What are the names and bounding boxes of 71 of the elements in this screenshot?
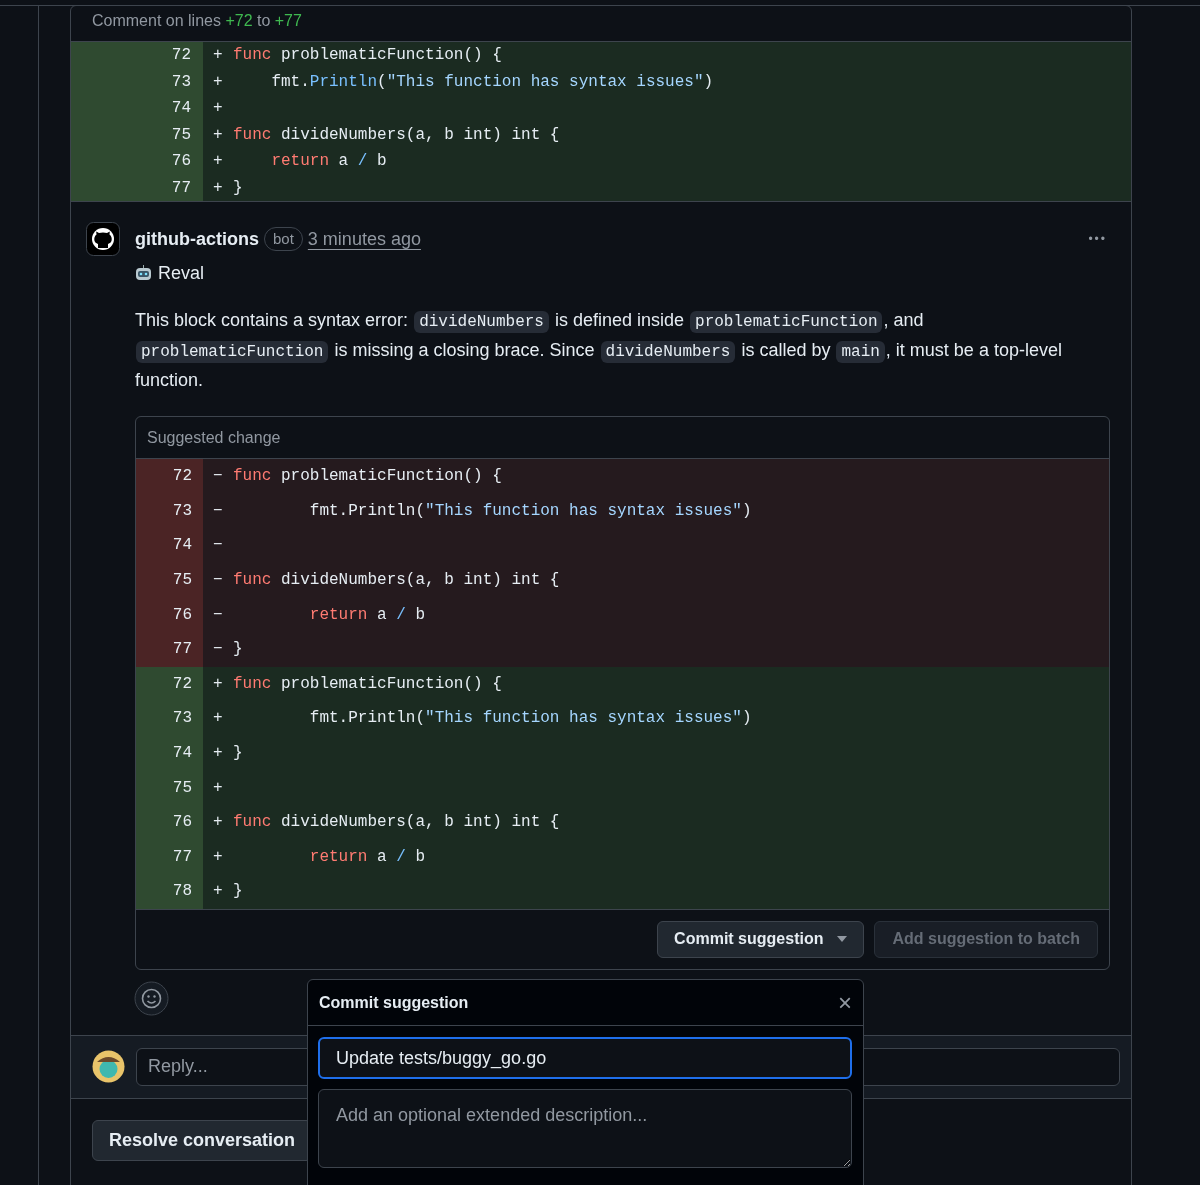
diff-sign: + — [213, 98, 224, 120]
diff-sign: + — [213, 777, 224, 799]
code-line: } — [233, 743, 243, 765]
line-number: 72 — [171, 45, 191, 67]
line-number: 72 — [172, 673, 192, 695]
line-number: 75 — [172, 777, 192, 799]
commit-message-field[interactable]: Update tests/buggy_go.go — [318, 1037, 852, 1079]
diff-sign: − — [213, 466, 224, 488]
diff-sign: + — [213, 881, 224, 903]
line-number: 76 — [172, 812, 192, 834]
code-line: } — [233, 881, 243, 903]
diff-sign: + — [213, 71, 224, 93]
code-line: } — [233, 639, 243, 661]
diff-sign: − — [213, 570, 224, 592]
diff-sign: − — [213, 500, 224, 522]
diff-sign: + — [213, 846, 224, 868]
description-field[interactable]: Add an optional extended description... — [318, 1089, 852, 1168]
line-number: 73 — [171, 71, 191, 93]
diff-sign: − — [213, 535, 224, 557]
line-number: 77 — [172, 639, 192, 661]
code-line: func divideNumbers(a, b int) int { — [233, 570, 560, 592]
line-number: 76 — [171, 151, 191, 173]
line-number: 74 — [171, 98, 191, 120]
diff-sign: − — [213, 604, 224, 626]
suggestion-header: Suggested change — [147, 427, 281, 448]
caret-icon — [837, 936, 848, 943]
code-line: func problematicFunction() { — [233, 673, 502, 695]
comment-title: Reval — [158, 261, 205, 285]
line-number: 77 — [172, 846, 192, 868]
code-line: return a / b — [270, 151, 387, 173]
code-line: fmt.Println("This function has syntax issues") — [270, 71, 714, 93]
dialog-title: Commit suggestion — [319, 992, 469, 1013]
diff-sign: − — [213, 639, 224, 661]
diff-sign: + — [213, 177, 224, 199]
code-line: } — [233, 177, 243, 199]
commit-suggestion-button[interactable]: Commit suggestion — [657, 920, 865, 958]
line-number: 75 — [172, 570, 192, 592]
line-number: 73 — [172, 708, 192, 730]
timestamp-link[interactable]: 3 minutes ago — [307, 225, 421, 253]
diff-sign: + — [213, 708, 224, 730]
line-number: 74 — [172, 743, 192, 765]
code-line: func problematicFunction() { — [233, 45, 502, 67]
line-number: 72 — [172, 466, 192, 488]
author-link[interactable]: github-actions — [135, 225, 259, 253]
line-number: 76 — [172, 604, 192, 626]
code-line: fmt.Println("This function has syntax issues") — [308, 708, 752, 730]
code-line: return a / b — [308, 846, 426, 868]
diff-sign: + — [213, 812, 224, 834]
diff-sign: + — [213, 673, 224, 695]
line-number: 73 — [172, 500, 192, 522]
line-number: 75 — [171, 124, 191, 146]
diff-sign: + — [213, 743, 224, 765]
code-line: func divideNumbers(a, b int) int { — [233, 812, 560, 834]
diff-sign: + — [213, 151, 224, 173]
close-button[interactable]: × — [838, 990, 852, 1015]
line-number: 78 — [172, 881, 192, 903]
diff-sign: + — [213, 124, 224, 146]
robot-icon — [135, 264, 152, 282]
line-number: 77 — [171, 177, 191, 199]
user-avatar — [92, 1050, 125, 1084]
diff-sign: + — [213, 45, 224, 67]
avatar-icon[interactable] — [86, 222, 120, 256]
more-options-button[interactable]: ••• — [1088, 230, 1107, 248]
emoji-reaction-button[interactable] — [134, 980, 169, 1016]
code-line: return a / b — [308, 604, 426, 626]
code-line: fmt.Println("This function has syntax issues") — [308, 500, 752, 522]
thread-header: Comment on lines +72 to +77 — [92, 12, 302, 29]
code-line: func divideNumbers(a, b int) int { — [233, 124, 560, 146]
code-line: func problematicFunction() { — [233, 466, 502, 488]
line-number: 74 — [172, 535, 192, 557]
comment-body: This block contains a syntax error: divideNumbers is defined inside problematicFunction , and problematicFunction is missing a closing brace. Since divideNumbers is called by main , it must be a top-level function. — [135, 309, 1063, 392]
